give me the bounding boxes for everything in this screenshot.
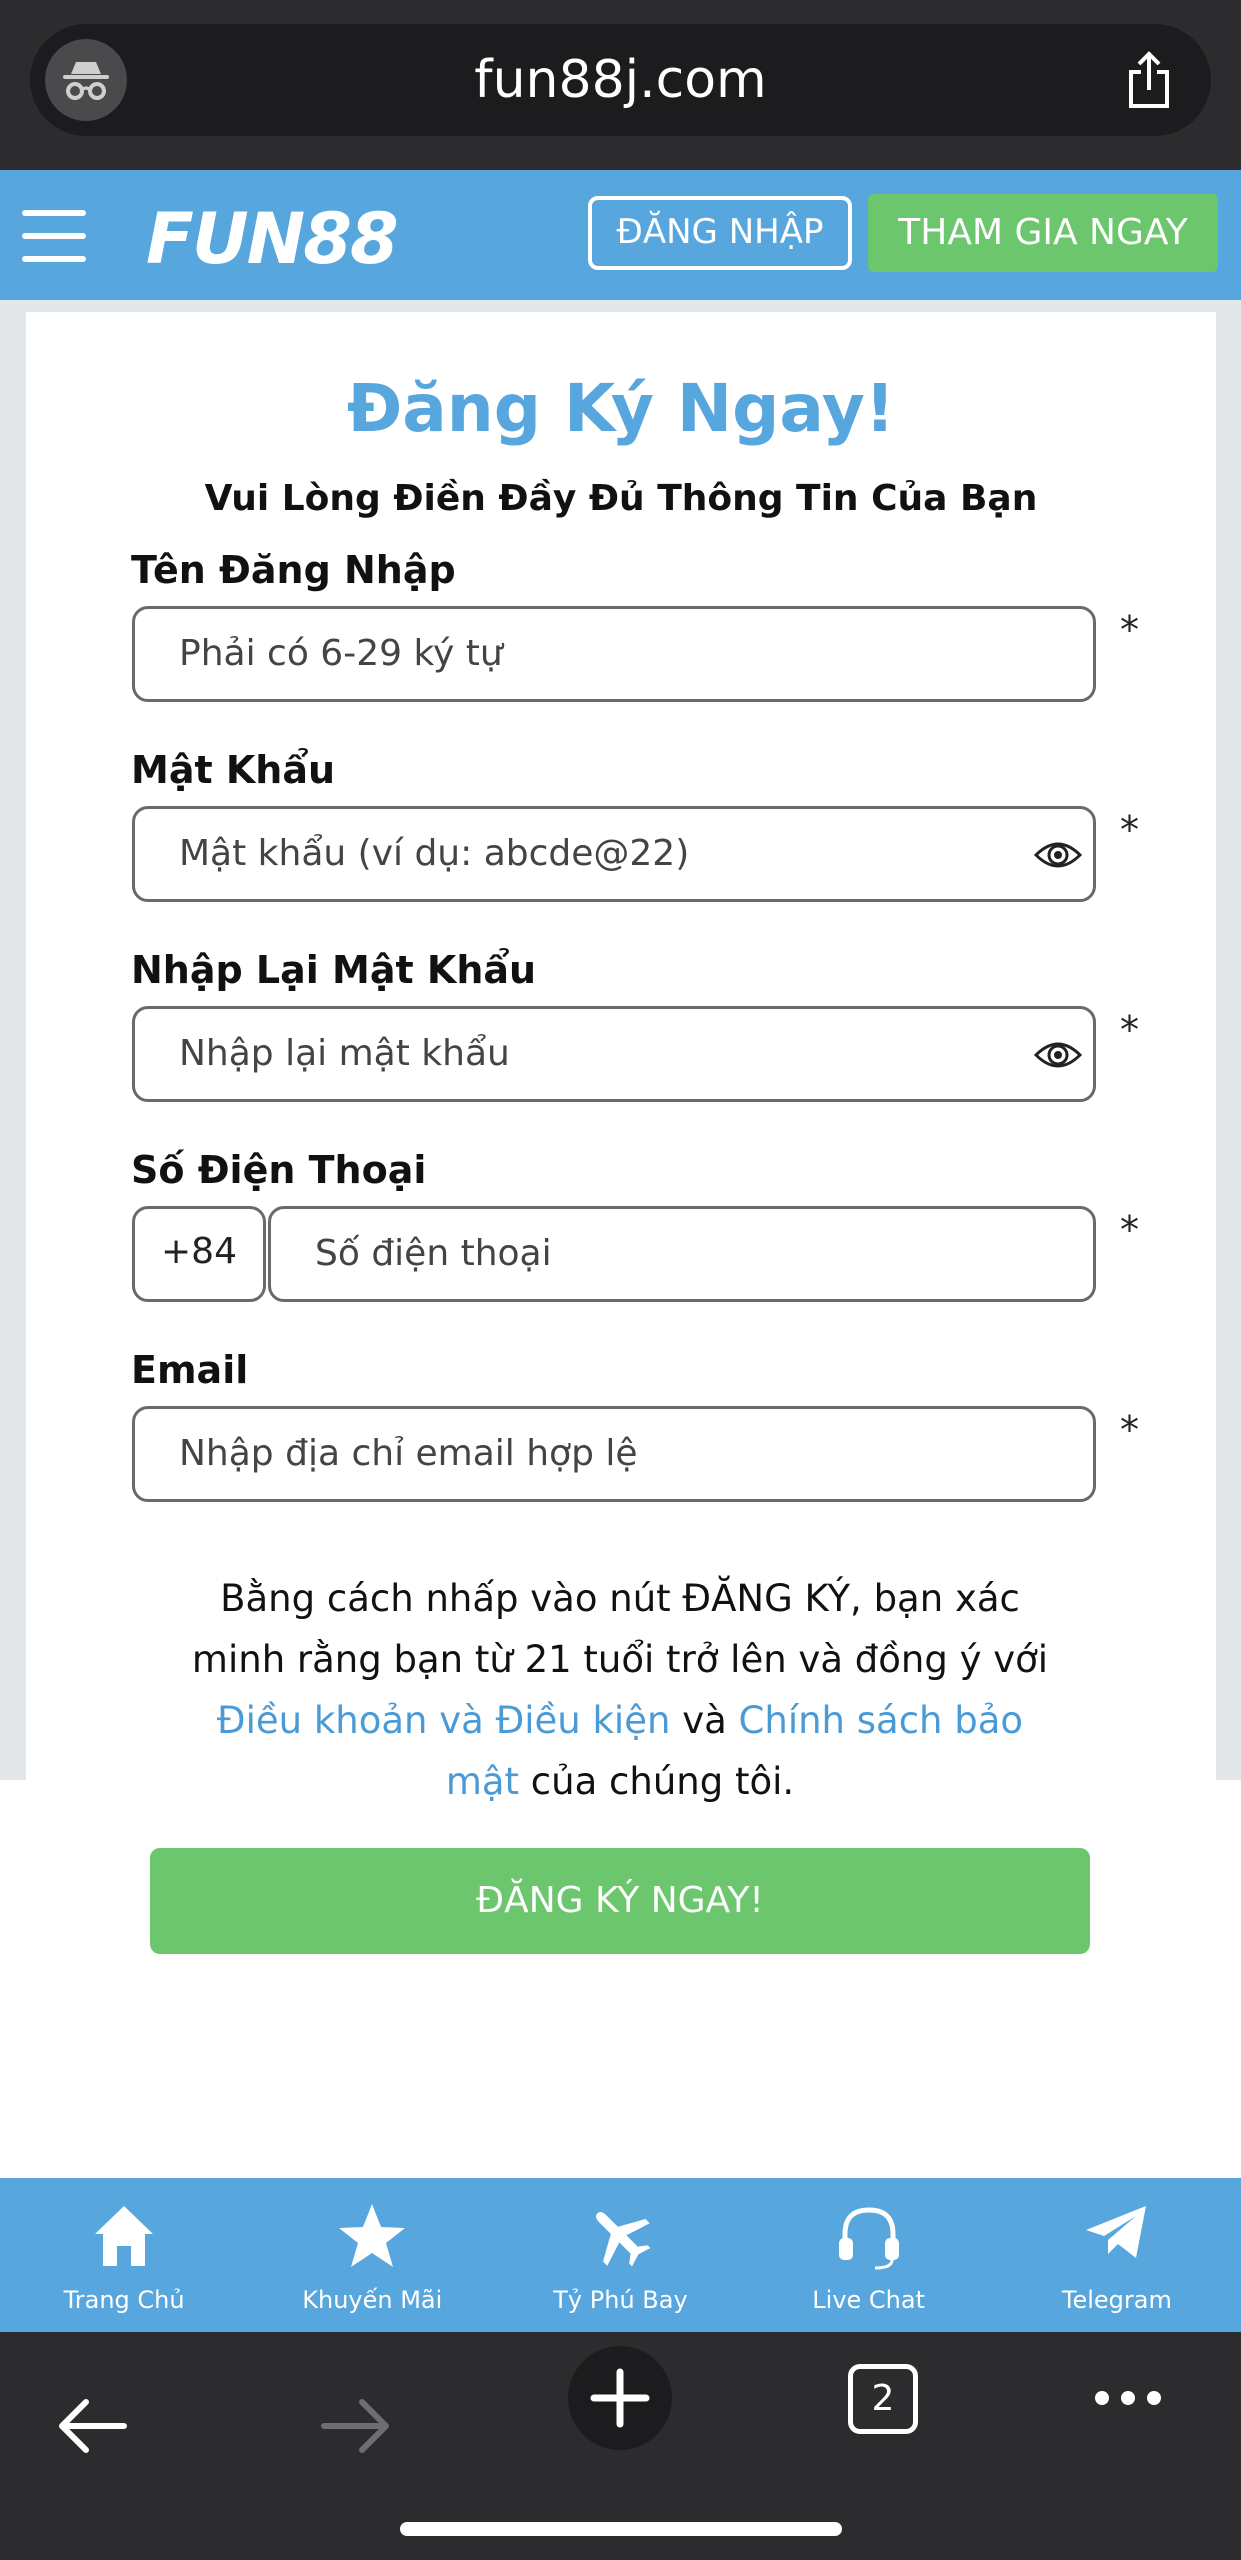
form-footer-area — [0, 1780, 1241, 2178]
page-subtitle: Vui Lòng Điền Đầy Đủ Thông Tin Của Bạn — [204, 478, 1038, 519]
menu-icon[interactable] — [22, 210, 86, 262]
nav-item-home[interactable]: Trang Chủ — [0, 2178, 248, 2332]
phone-label: Số Điện Thoại — [131, 1148, 427, 1192]
terms-text-part: Bằng cách nhấp vào nút ĐĂNG KÝ, bạn xác … — [191, 1577, 1049, 1681]
nav-label: Telegram — [1061, 2286, 1172, 2314]
password-placeholder: Mật khẩu (ví dụ: abcde@22) — [179, 833, 690, 874]
headset-icon — [838, 2207, 899, 2270]
back-arrow-icon[interactable] — [56, 2396, 128, 2456]
site-header: FUN88 ĐĂNG NHẬP THAM GIA NGAY — [0, 170, 1241, 300]
nav-item-aviator[interactable]: Tỷ Phú Bay — [496, 2178, 744, 2332]
terms-text-part: và — [670, 1699, 739, 1742]
username-placeholder: Phải có 6-29 ký tự — [179, 633, 503, 674]
nav-item-promotions[interactable]: Khuyến Mãi — [248, 2178, 496, 2332]
show-password-icon[interactable] — [1033, 1035, 1083, 1075]
nav-label: Khuyến Mãi — [302, 2286, 443, 2314]
tabs-button[interactable]: 2 — [848, 2364, 918, 2434]
email-placeholder: Nhập địa chỉ email hợp lệ — [179, 1433, 638, 1474]
terms-text-part: của chúng tôi. — [519, 1760, 795, 1803]
confirm-password-placeholder: Nhập lại mật khẩu — [179, 1033, 510, 1074]
more-options-icon[interactable] — [1092, 2388, 1164, 2408]
terms-text: Bằng cách nhấp vào nút ĐĂNG KÝ, bạn xác … — [180, 1568, 1060, 1812]
page-background: Đăng Ký Ngay! Vui Lòng Điền Đầy Đủ Thông… — [0, 300, 1241, 1782]
username-label: Tên Đăng Nhập — [131, 548, 456, 592]
email-input[interactable]: Nhập địa chỉ email hợp lệ — [132, 1406, 1096, 1502]
register-button[interactable]: ĐĂNG KÝ NGAY! — [150, 1848, 1090, 1954]
plus-icon — [590, 2368, 650, 2428]
confirm-password-input[interactable]: Nhập lại mật khẩu — [132, 1006, 1096, 1102]
confirm-password-label: Nhập Lại Mật Khẩu — [131, 948, 537, 992]
country-code-select[interactable]: +84 — [132, 1206, 266, 1302]
terms-link[interactable]: Điều khoản và Điều kiện — [217, 1699, 671, 1742]
join-now-button[interactable]: THAM GIA NGAY — [868, 194, 1218, 272]
address-bar[interactable]: fun88j.com — [30, 24, 1211, 136]
required-marker: * — [1120, 608, 1139, 652]
telegram-icon — [1085, 2206, 1146, 2258]
password-label: Mật Khẩu — [131, 748, 336, 792]
star-icon — [339, 2204, 406, 2267]
phone-placeholder: Số điện thoại — [315, 1233, 552, 1274]
page-title: Đăng Ký Ngay! — [346, 370, 896, 447]
nav-label: Tỷ Phú Bay — [553, 2286, 688, 2314]
new-tab-button[interactable] — [568, 2346, 672, 2450]
phone-input[interactable]: Số điện thoại — [268, 1206, 1096, 1302]
email-label: Email — [131, 1348, 249, 1392]
nav-item-live-chat[interactable]: Live Chat — [745, 2178, 993, 2332]
browser-toolbar: 2 — [0, 2332, 1241, 2560]
required-marker: * — [1120, 808, 1139, 852]
required-marker: * — [1120, 1008, 1139, 1052]
fun88-logo[interactable]: FUN88 — [146, 198, 399, 280]
home-indicator — [400, 2522, 842, 2536]
forward-arrow-icon[interactable] — [320, 2396, 392, 2456]
required-marker: * — [1120, 1408, 1139, 1452]
registration-card: Đăng Ký Ngay! Vui Lòng Điền Đầy Đủ Thông… — [26, 312, 1216, 1782]
plane-icon — [596, 2212, 651, 2267]
login-button[interactable]: ĐĂNG NHẬP — [588, 196, 852, 270]
bottom-navigation: Trang Chủ Khuyến Mãi Tỷ Phú Bay Live Cha… — [0, 2178, 1241, 2332]
nav-label: Live Chat — [812, 2286, 926, 2314]
home-icon — [95, 2206, 154, 2266]
browser-top-bar: fun88j.com — [0, 0, 1241, 170]
username-input[interactable]: Phải có 6-29 ký tự — [132, 606, 1096, 702]
password-input[interactable]: Mật khẩu (ví dụ: abcde@22) — [132, 806, 1096, 902]
share-icon[interactable] — [1119, 50, 1179, 110]
nav-label: Trang Chủ — [63, 2286, 185, 2314]
nav-item-telegram[interactable]: Telegram — [993, 2178, 1241, 2332]
required-marker: * — [1120, 1208, 1139, 1252]
url-text[interactable]: fun88j.com — [30, 24, 1211, 136]
show-password-icon[interactable] — [1033, 835, 1083, 875]
